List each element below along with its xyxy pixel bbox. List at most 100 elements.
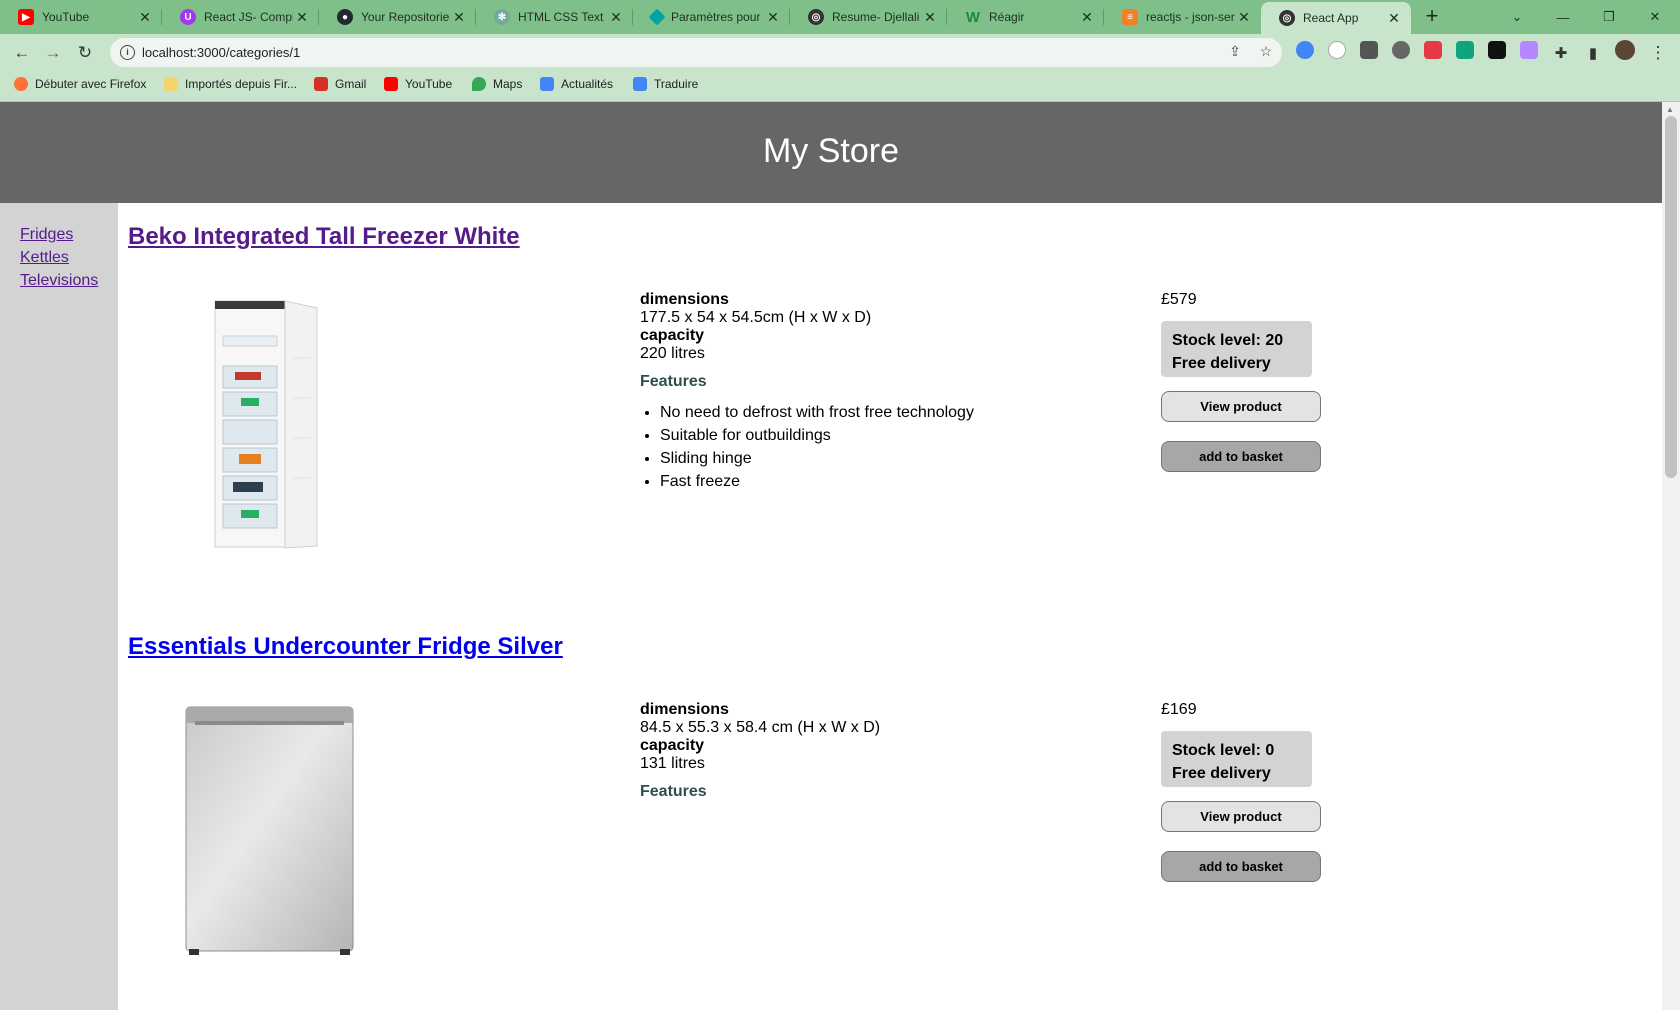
bookmark-maps[interactable]: Maps	[472, 77, 522, 91]
scroll-up-icon[interactable]: ▲	[1666, 105, 1674, 114]
share-icon[interactable]: ⇪	[1225, 43, 1245, 63]
purple-extension-icon[interactable]	[1520, 41, 1538, 59]
stock-box: Stock level: 0 Free delivery	[1161, 731, 1312, 787]
close-icon[interactable]: ✕	[921, 8, 939, 26]
close-icon[interactable]: ✕	[1385, 9, 1403, 27]
gmail-icon	[314, 77, 328, 91]
delivery-info: Free delivery	[1172, 355, 1271, 372]
translate-extension-icon[interactable]	[1296, 41, 1314, 59]
avatar[interactable]	[1615, 40, 1635, 60]
tab-label: reactjs - json-ser	[1146, 10, 1235, 24]
view-product-button[interactable]: View product	[1161, 391, 1321, 422]
extensions-puzzle-icon[interactable]: ✚	[1548, 40, 1574, 66]
tab-label: HTML CSS Text St	[518, 10, 607, 24]
w-icon: W	[965, 8, 981, 26]
course-icon: U	[180, 9, 196, 25]
bookmark-firefox[interactable]: Débuter avec Firefox	[14, 77, 146, 91]
product-title-link[interactable]: Essentials Undercounter Fridge Silver	[128, 633, 563, 661]
restore-button[interactable]: ❐	[1586, 0, 1632, 34]
dimensions-label: dimensions	[640, 701, 729, 718]
category-link-kettles[interactable]: Kettles	[20, 246, 118, 269]
bookmark-imported[interactable]: Importés depuis Fir...	[164, 77, 297, 91]
news-icon	[540, 77, 554, 91]
red-extension-icon[interactable]	[1424, 41, 1442, 59]
vertical-scrollbar[interactable]: ▲	[1662, 102, 1680, 1010]
tab-github[interactable]: ● Your Repositories ✕	[319, 0, 476, 34]
tab-label: React JS- Comple	[204, 10, 293, 24]
tab-resume[interactable]: ◎ Resume- Djellali ✕	[790, 0, 947, 34]
close-icon[interactable]: ✕	[607, 8, 625, 26]
maps-icon	[472, 77, 486, 91]
bookmark-youtube[interactable]: YouTube	[384, 77, 452, 91]
bookmark-label: Maps	[493, 77, 523, 91]
bookmark-star-icon[interactable]: ☆	[1256, 43, 1276, 63]
stackoverflow-icon: ≡	[1122, 9, 1138, 25]
close-icon[interactable]: ✕	[293, 8, 311, 26]
dark-extension-icon[interactable]	[1488, 41, 1506, 59]
youtube-icon: ▶	[18, 9, 34, 25]
forward-button[interactable]: →	[40, 40, 66, 66]
close-icon[interactable]: ✕	[450, 8, 468, 26]
scrollbar-thumb[interactable]	[1665, 116, 1677, 478]
menu-icon[interactable]: ⋮	[1645, 40, 1671, 66]
tab-react-app[interactable]: ◎ React App ✕	[1261, 2, 1411, 34]
feature-item: Fast freeze	[660, 470, 1070, 493]
reload-button[interactable]: ↻	[72, 40, 98, 66]
delivery-info: Free delivery	[1172, 765, 1271, 782]
features-list: No need to defrost with frost free techn…	[640, 401, 1070, 493]
purchase-panel: £579 Stock level: 20 Free delivery View …	[1161, 291, 1381, 472]
product-image-fridge[interactable]	[183, 703, 358, 958]
capacity-label: capacity	[640, 737, 705, 754]
tab-search-icon[interactable]: ⌄	[1494, 0, 1540, 34]
product-image-freezer[interactable]	[213, 298, 323, 553]
category-sidebar: Fridges Kettles Televisions	[0, 203, 118, 1010]
window-close-button[interactable]: ✕	[1632, 0, 1678, 34]
bookmark-news[interactable]: Actualités	[540, 77, 613, 91]
back-button[interactable]: ←	[9, 40, 35, 66]
product-list: Beko Integrated Tall Freezer White dimen…	[118, 203, 1662, 1010]
tab-label: Réagir	[989, 10, 1025, 24]
product-details: dimensions 177.5 x 54 x 54.5cm (H x W x …	[640, 291, 1070, 493]
tab-stackoverflow[interactable]: ≡ reactjs - json-ser ✕	[1104, 0, 1261, 34]
close-icon[interactable]: ✕	[1078, 8, 1096, 26]
minimize-button[interactable]: —	[1540, 0, 1586, 34]
side-panel-icon[interactable]: ▮	[1580, 40, 1606, 66]
globe-icon: ◎	[808, 9, 824, 25]
url-text[interactable]: localhost:3000/categories/1	[142, 45, 300, 60]
add-to-basket-button[interactable]: add to basket	[1161, 851, 1321, 882]
tab-strip: ▶ YouTube ✕ U React JS- Comple ✕ ● Your …	[0, 0, 1680, 34]
features-heading: Features	[640, 373, 707, 390]
tab-parametres[interactable]: Paramètres pour ✕	[633, 0, 790, 34]
bookmark-label: Gmail	[335, 77, 367, 91]
category-link-televisions[interactable]: Televisions	[20, 269, 118, 292]
stock-level: Stock level: 0	[1172, 742, 1275, 759]
tab-youtube[interactable]: ▶ YouTube ✕	[0, 0, 162, 34]
add-to-basket-button[interactable]: add to basket	[1161, 441, 1321, 472]
feature-item: Suitable for outbuildings	[660, 424, 1070, 447]
product-card: Essentials Undercounter Fridge Silver di…	[128, 613, 1628, 1010]
capacity-value: 220 litres	[640, 345, 705, 362]
sync-extension-icon[interactable]	[1392, 41, 1410, 59]
close-icon[interactable]: ✕	[764, 8, 782, 26]
tab-label: Your Repositories	[361, 10, 450, 24]
shield-extension-icon[interactable]	[1360, 41, 1378, 59]
translate-icon	[633, 77, 647, 91]
close-icon[interactable]: ✕	[1235, 8, 1253, 26]
product-title-link[interactable]: Beko Integrated Tall Freezer White	[128, 223, 520, 251]
tab-chatgpt[interactable]: ✻ HTML CSS Text St ✕	[476, 0, 633, 34]
bookmark-gmail[interactable]: Gmail	[314, 77, 366, 91]
close-icon[interactable]: ✕	[136, 8, 154, 26]
view-product-button[interactable]: View product	[1161, 801, 1321, 832]
site-info-icon[interactable]: i	[120, 45, 135, 60]
address-bar[interactable]: i localhost:3000/categories/1 ⇪ ☆	[110, 38, 1282, 67]
bookmark-translate[interactable]: Traduire	[633, 77, 698, 91]
dimensions-label: dimensions	[640, 291, 729, 308]
diamond-icon	[648, 8, 666, 26]
b-extension-icon[interactable]	[1328, 41, 1346, 59]
page-viewport: My Store Fridges Kettles Televisions Bek…	[0, 102, 1680, 1010]
tab-reagir[interactable]: W Réagir ✕	[947, 0, 1104, 34]
tab-react-course[interactable]: U React JS- Comple ✕	[162, 0, 319, 34]
new-tab-button[interactable]: +	[1420, 5, 1444, 29]
green-extension-icon[interactable]	[1456, 41, 1474, 59]
category-link-fridges[interactable]: Fridges	[20, 223, 118, 246]
